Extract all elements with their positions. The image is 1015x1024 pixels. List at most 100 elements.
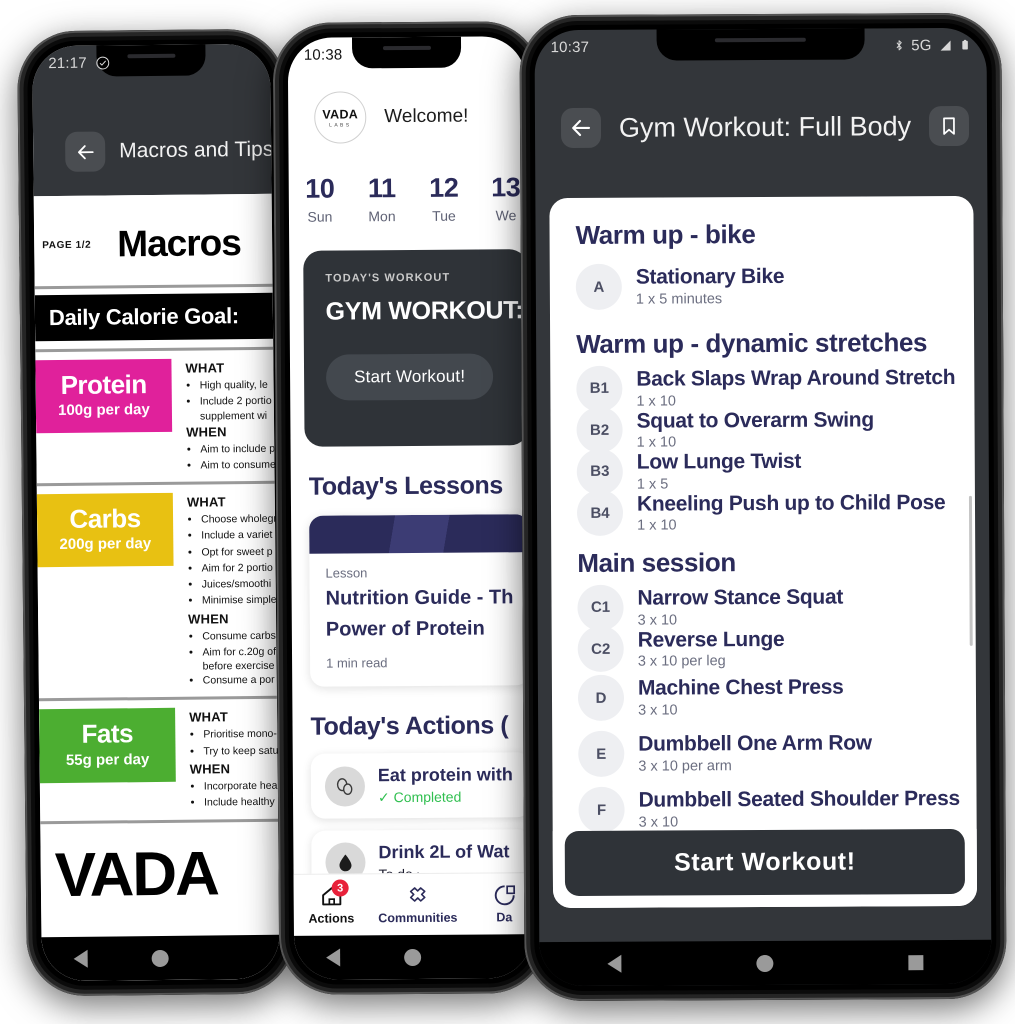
start-workout-button[interactable]: Start Workout!: [325, 353, 494, 401]
exercise-badge: B3: [576, 448, 623, 495]
phone1-android-navbar: [41, 934, 280, 982]
date-dayofweek: Tue: [432, 207, 456, 224]
logo-subtext: LABS: [329, 121, 352, 129]
check-circle-icon: [95, 56, 109, 69]
todays-workout-card[interactable]: TODAY'S WORKOUT GYM WORKOUT: F Start Wor…: [303, 249, 533, 447]
page-number-label: PAGE 1/2: [42, 239, 92, 251]
exercise-name: Reverse Lunge: [637, 627, 785, 652]
macro-details-fats: WHAT Prioritise mono- Try to keep satu W…: [175, 707, 278, 811]
phone-left-macros-document: 21:17 Macros and Tips_ PAGE 1/2 Macros D…: [16, 28, 296, 997]
lesson-read-time: 1 min read: [326, 655, 388, 671]
status-time: 10:38: [303, 45, 343, 64]
phone1-mute-switch[interactable]: [16, 181, 20, 216]
phone3-power-button[interactable]: [1000, 302, 1007, 399]
android-back-icon[interactable]: [326, 948, 341, 967]
exercise-badge: F: [578, 786, 625, 834]
exercise-row[interactable]: B2 Squat to Overarm Swing 1 x 10: [576, 407, 952, 454]
exercise-row[interactable]: C1 Narrow Stance Squat 3 x 10: [577, 584, 953, 631]
bookmark-icon[interactable]: [928, 105, 970, 147]
exercise-row[interactable]: D Machine Chest Press 3 x 10: [577, 668, 954, 726]
date-dayofweek: Mon: [368, 208, 396, 225]
phone-middle-home: 10:38 VADA LABS Welcome! 10 Sun 11 Mon 1…: [272, 21, 548, 995]
community-icon: [409, 887, 426, 902]
list-item-cont: supplement wi: [199, 409, 268, 423]
macro-chip-fats: Fats 55g per day: [39, 708, 176, 783]
list-item: Aim to consume: [200, 457, 274, 474]
tab-actions[interactable]: 3 Actions: [304, 879, 359, 926]
vada-labs-logo: VADA LABS: [314, 91, 367, 144]
what-label: WHAT: [185, 360, 225, 376]
macro-name: Carbs: [69, 503, 141, 534]
macro-details-protein: WHAT High quality, le Include 2 portio s…: [171, 358, 274, 474]
exercise-row[interactable]: C2 Reverse Lunge 3 x 10 per leg: [577, 626, 954, 673]
phone1-volume-up[interactable]: [16, 256, 21, 315]
back-arrow-icon[interactable]: [65, 131, 106, 172]
android-home-icon[interactable]: [404, 948, 422, 966]
date-cell[interactable]: 11 Mon: [351, 173, 413, 224]
start-workout-button[interactable]: Start Workout!: [564, 828, 966, 897]
exercise-row[interactable]: E Dumbbell One Arm Row 3 x 10 per arm: [578, 724, 954, 782]
exercise-name: Kneeling Push up to Child Pose: [636, 490, 946, 516]
exercise-row[interactable]: B3 Low Lunge Twist 1 x 5: [576, 448, 953, 495]
when-label: WHEN: [188, 610, 229, 627]
date-number: 11: [367, 173, 396, 204]
exercise-row[interactable]: B1 Back Slaps Wrap Around Stretch 1 x 10: [576, 365, 955, 412]
workout-sheet: Warm up - bike A Stationary Bike 1 x 5 m…: [549, 195, 978, 909]
list-item: Choose wholegr: [201, 511, 277, 528]
date-strip[interactable]: 10 Sun 11 Mon 12 Tue 13 We: [288, 142, 527, 251]
exercise-badge: D: [577, 674, 625, 722]
exercise-badge: B4: [576, 490, 624, 537]
action-title: Eat protein with: [377, 764, 513, 786]
exercise-badge: C1: [577, 584, 624, 631]
page-title: Macros and Tips_: [119, 137, 280, 163]
daily-calorie-goal-bar: Daily Calorie Goal:: [34, 292, 274, 342]
date-cell[interactable]: 12 Tue: [413, 173, 475, 224]
exercise-name: Narrow Stance Squat: [637, 585, 844, 610]
android-back-icon[interactable]: [606, 954, 622, 973]
android-home-icon[interactable]: [151, 949, 169, 967]
tab-communities[interactable]: Communities: [378, 884, 458, 925]
tab-label: Actions: [308, 911, 355, 926]
page-title: Gym Workout: Full Body: [618, 110, 912, 143]
list-item: Aim for 2 portio: [202, 560, 276, 577]
exercise-name: Squat to Overarm Swing: [636, 407, 874, 433]
card-title: GYM WORKOUT: F: [325, 296, 533, 326]
phone1-volume-down[interactable]: [17, 331, 22, 390]
bluetooth-icon: [896, 40, 902, 51]
macros-document: PAGE 1/2 Macros Daily Calorie Goal: Prot…: [33, 193, 280, 982]
action-card-protein[interactable]: Eat protein with ✓ Completed: [310, 752, 532, 819]
macro-amount: 100g per day: [57, 401, 150, 420]
list-item: Incorporate hea: [204, 778, 278, 795]
exercise-row[interactable]: B4 Kneeling Push up to Child Pose 1 x 10: [576, 490, 953, 537]
phone3-app-bar: Gym Workout: Full Body: [535, 62, 987, 149]
workout-scroll-area[interactable]: Warm up - bike A Stationary Bike 1 x 5 m…: [549, 196, 977, 908]
date-dayofweek: Sun: [307, 208, 333, 225]
list-item: Juices/smoothi: [202, 576, 276, 593]
group-heading-main-session: Main session: [577, 547, 736, 579]
action-status: ✓ Completed: [377, 788, 462, 806]
brand-row: VADA LABS Welcome!: [288, 70, 526, 144]
macro-chip-protein: Protein 100g per day: [35, 358, 173, 434]
exercise-name: Dumbbell Seated Shoulder Press: [638, 787, 960, 812]
todays-actions-heading: Today's Actions (: [310, 711, 509, 741]
list-item: Aim for c.20g of: [202, 644, 276, 661]
list-item: Opt for sweet p: [201, 543, 275, 560]
lesson-kind-label: Lesson: [325, 565, 368, 581]
what-label: WHAT: [189, 709, 229, 726]
action-title: Drink 2L of Wat: [378, 841, 510, 863]
battery-icon: [962, 39, 968, 50]
lesson-thumbnail: [309, 514, 530, 554]
android-home-icon[interactable]: [756, 954, 774, 972]
macro-amount: 55g per day: [65, 750, 150, 769]
group-heading-warmup-bike: Warm up - bike: [575, 219, 756, 250]
exercise-sets: 3 x 10 per leg: [637, 653, 726, 670]
lesson-card[interactable]: Lesson Nutrition Guide - Th Power of Pro…: [309, 514, 531, 687]
date-cell[interactable]: 10 Sun: [289, 173, 351, 225]
android-recents-icon[interactable]: [908, 954, 924, 970]
exercise-row[interactable]: A Stationary Bike 1 x 5 minutes: [575, 257, 952, 315]
back-arrow-icon[interactable]: [560, 107, 602, 149]
exercise-name: Machine Chest Press: [637, 675, 844, 700]
android-back-icon[interactable]: [73, 949, 88, 968]
exercise-badge: B1: [576, 365, 623, 412]
exercise-name: Dumbbell One Arm Row: [638, 731, 872, 756]
